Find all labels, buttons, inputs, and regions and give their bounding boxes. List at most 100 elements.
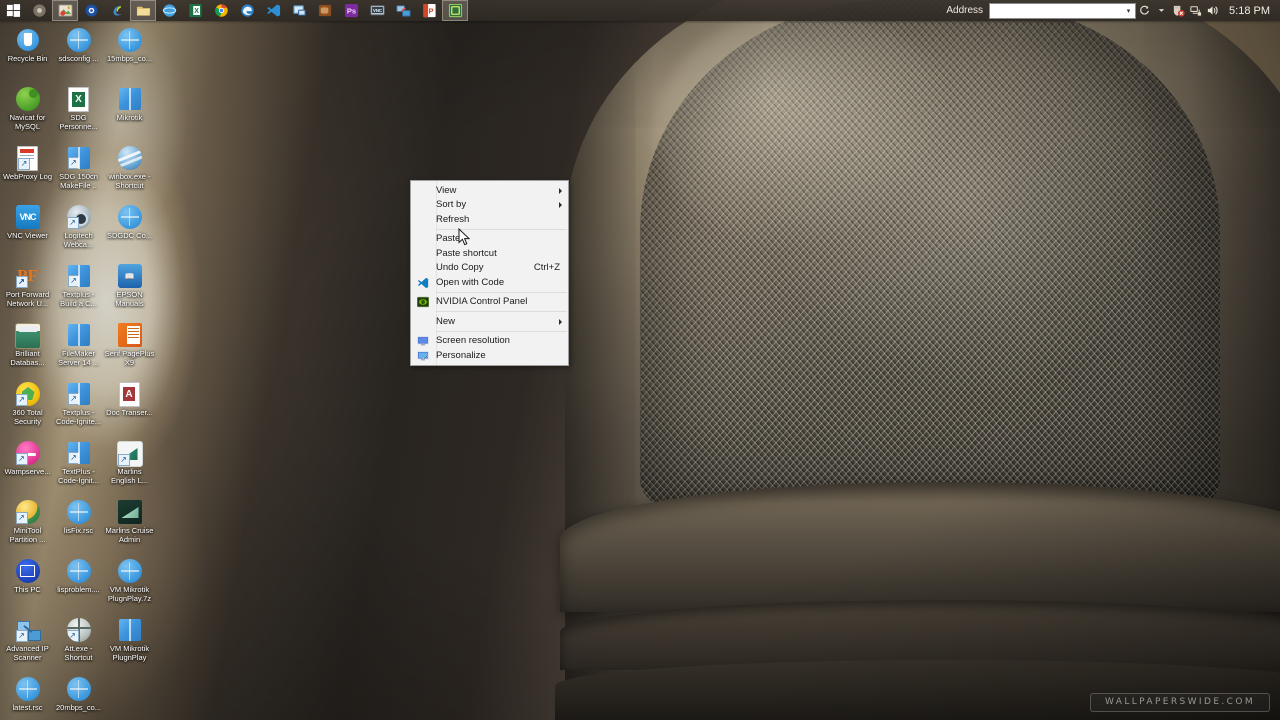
folder-icon[interactable]	[117, 86, 143, 112]
winbox-icon[interactable]	[117, 145, 143, 171]
brilliant-database-icon[interactable]	[14, 322, 41, 349]
taskbar-item-ipscanner[interactable]	[390, 0, 416, 21]
minitool-partition-shortcut-icon[interactable]: ↗	[15, 499, 41, 525]
context-menu-item[interactable]: New	[411, 314, 568, 329]
desktop-icon[interactable]: ↗ WebProxy Log	[2, 142, 53, 201]
desktop-icon[interactable]: X SDG Personne...	[53, 83, 104, 142]
taskbar-item-photo[interactable]	[52, 0, 78, 21]
desktop-icon[interactable]: Mikrotik	[104, 83, 155, 142]
taskbar-item-rsc[interactable]	[442, 0, 468, 21]
desktop-icon[interactable]: This PC	[2, 555, 53, 614]
desktop-icon[interactable]: Navicat for MySQL	[2, 83, 53, 142]
text-document-shortcut-icon[interactable]: ↗	[15, 145, 41, 171]
taskbar-item-vscode[interactable]	[260, 0, 286, 21]
att-exe-shortcut-icon[interactable]: ↗	[66, 617, 92, 643]
rsc-file-icon[interactable]	[66, 27, 92, 53]
360-total-security-icon[interactable]: ↗	[15, 381, 41, 407]
context-menu-item[interactable]: Open with Code	[411, 275, 568, 290]
chevron-up-icon[interactable]	[1153, 2, 1170, 20]
desktop-icon[interactable]: Marlins Cruise Admin	[104, 496, 155, 555]
context-menu-item[interactable]: Paste shortcut	[411, 246, 568, 261]
rsc-file-icon[interactable]	[66, 499, 92, 525]
vnc-viewer-icon[interactable]: VNC	[15, 204, 41, 230]
desktop-icon[interactable]: ↗ Wampserve...	[2, 437, 53, 496]
rsc-file-icon[interactable]	[117, 27, 143, 53]
taskbar-item-swirl[interactable]	[104, 0, 130, 21]
desktop-icon[interactable]: lisFix.rsc	[53, 496, 104, 555]
desktop-icon[interactable]: ↗ MiniTool Partition ...	[2, 496, 53, 555]
desktop-icon[interactable]: ↗ 360 Total Security	[2, 378, 53, 437]
desktop-icon[interactable]: lisproblem....	[53, 555, 104, 614]
context-menu-item[interactable]: Screen resolution	[411, 334, 568, 349]
desktop-icon[interactable]: ↗ Marlins English L...	[104, 437, 155, 496]
desktop-icon[interactable]: Serif PagePlus X9	[104, 319, 155, 378]
context-menu-item[interactable]: NVIDIA Control Panel	[411, 295, 568, 310]
desktop-icon[interactable]: FileMaker Server 14 ...	[53, 319, 104, 378]
taskbar-item-powerpoint[interactable]: P	[416, 0, 442, 21]
desktop-icon[interactable]: 15mbps_co...	[104, 24, 155, 83]
context-menu-item[interactable]: Undo Copy Ctrl+Z	[411, 261, 568, 276]
this-pc-icon[interactable]	[15, 558, 41, 584]
desktop-icon[interactable]: VNC VNC Viewer	[2, 201, 53, 260]
marlins-shortcut-icon[interactable]: ↗	[116, 440, 143, 467]
logitech-webcam-shortcut-icon[interactable]: ↗	[66, 204, 92, 230]
start-button[interactable]	[0, 0, 26, 21]
desktop-icon[interactable]: PF ↗ Port Forward Network U...	[2, 260, 53, 319]
desktop-icon[interactable]: 📖 EPSON Manuals	[104, 260, 155, 319]
folder-shortcut-icon[interactable]: ↗	[66, 381, 92, 407]
advanced-ip-scanner-icon[interactable]: ↗	[15, 617, 41, 643]
marlins-cruise-admin-icon[interactable]	[117, 499, 143, 525]
epson-manuals-icon[interactable]: 📖	[117, 263, 143, 289]
chevron-down-icon[interactable]: ▾	[1122, 4, 1135, 18]
network-icon[interactable]	[1187, 2, 1204, 20]
archive-7z-icon[interactable]	[117, 558, 143, 584]
folder-icon[interactable]	[66, 322, 92, 348]
rsc-file-icon[interactable]	[66, 676, 92, 702]
desktop-icon[interactable]: winbox.exe - Shortcut	[104, 142, 155, 201]
desktop-icon[interactable]: Recycle Bin	[2, 24, 53, 83]
desktop-icon[interactable]: ↗ SDG 150cn MakeFile ..	[53, 142, 104, 201]
folder-shortcut-icon[interactable]: ↗	[66, 145, 92, 171]
rsc-file-icon[interactable]	[117, 204, 143, 230]
navicat-icon[interactable]	[15, 86, 41, 112]
desktop-context-menu[interactable]: View Sort by Refresh Paste Paste shortcut Und…	[410, 180, 569, 366]
rsc-file-icon[interactable]	[15, 676, 41, 702]
taskbar-item-chrome-alt[interactable]	[26, 0, 52, 21]
folder-shortcut-icon[interactable]: ↗	[66, 440, 92, 466]
taskbar-item-winbox[interactable]	[286, 0, 312, 21]
address-bar[interactable]: ▾	[989, 2, 1137, 19]
desktop-icon[interactable]: ↗ TextPlus - Code-Ignit...	[53, 437, 104, 496]
context-menu-item[interactable]: Paste	[411, 232, 568, 247]
taskbar-item-ie[interactable]	[156, 0, 182, 21]
taskbar-item-explorer[interactable]	[130, 0, 156, 21]
context-menu-item[interactable]: View	[411, 183, 568, 198]
desktop-icon[interactable]: ↗ Advanced IP Scanner	[2, 614, 53, 673]
desktop-icon[interactable]: latest.rsc	[2, 673, 53, 720]
serif-pageplus-icon[interactable]	[117, 322, 143, 348]
desktop-icon[interactable]: ↗ Textplus - Build a C...	[53, 260, 104, 319]
taskbar-item-edge[interactable]	[234, 0, 260, 21]
desktop-icon[interactable]: VM Mikrotik PlugnPlay.7z	[104, 555, 155, 614]
context-menu-item[interactable]: Personalize	[411, 348, 568, 363]
folder-icon[interactable]	[117, 617, 143, 643]
desktop-icon[interactable]: ↗ Logitech Webca...	[53, 201, 104, 260]
wampserver-shortcut-icon[interactable]: ↗	[15, 440, 41, 466]
rsc-file-icon[interactable]	[66, 558, 92, 584]
taskbar-clock[interactable]: 5:18 PM	[1221, 5, 1274, 17]
taskbar-item-navicat[interactable]	[312, 0, 338, 21]
excel-file-icon[interactable]: X	[66, 86, 92, 112]
context-menu-item[interactable]: Sort by	[411, 198, 568, 213]
recycle-bin-icon[interactable]	[15, 27, 41, 53]
access-document-icon[interactable]: A	[117, 381, 143, 407]
taskbar-item-photoshop[interactable]: Ps	[338, 0, 364, 21]
desktop-icon[interactable]: 20mbps_co...	[53, 673, 104, 720]
port-forward-icon[interactable]: PF ↗	[15, 263, 41, 289]
desktop-icon[interactable]: Brilliant Databas...	[2, 319, 53, 378]
speaker-icon[interactable]	[1204, 2, 1221, 20]
desktop-icon[interactable]: sdsconfig ...	[53, 24, 104, 83]
taskbar-item-excel[interactable]: X	[182, 0, 208, 21]
address-input[interactable]	[990, 4, 1123, 17]
desktop-icon[interactable]: ↗ Att.exe - Shortcut	[53, 614, 104, 673]
desktop-icon[interactable]: SDGDC Co...	[104, 201, 155, 260]
desktop-icon[interactable]: A Doc Transer...	[104, 378, 155, 437]
